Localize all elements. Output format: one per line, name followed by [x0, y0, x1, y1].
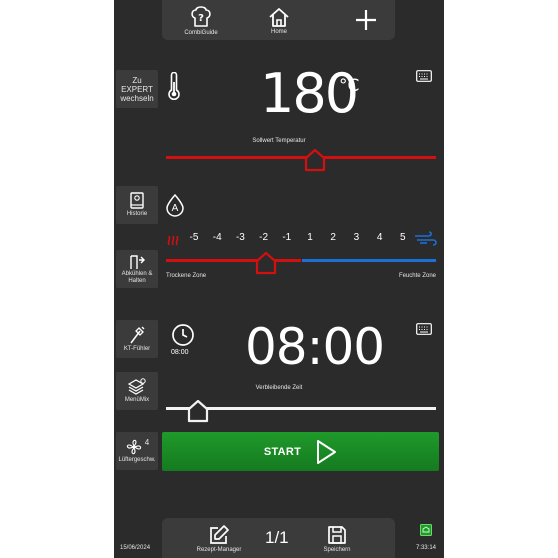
rezept-manager-label: Rezept-Manager [196, 546, 242, 553]
humidity-dry-track[interactable] [166, 259, 301, 262]
switch-expert-label: Zu EXPERT wechseln [120, 76, 154, 103]
temperature-unit: °C [339, 76, 360, 96]
historie-label: Historie [126, 211, 148, 217]
humidity-scale-value[interactable]: -5 [186, 232, 202, 243]
humidity-scale-value[interactable]: -1 [279, 232, 295, 243]
luefter-label: Lüftergeschw. [118, 457, 156, 463]
clock-icon [171, 323, 195, 347]
switch-expert-button[interactable]: Zu EXPERT wechseln [116, 70, 158, 108]
luefter-value: 4 [144, 438, 150, 447]
kt-fuehler-label: KT-Fühler [123, 346, 151, 352]
abkuehlen-halten-button[interactable]: Abkühlen & Halten [116, 250, 158, 288]
dry-zone-label: Trockene Zone [166, 273, 207, 279]
temperature-caption: Sollwert Temperatur [252, 138, 306, 144]
humidity-scale-value[interactable]: 4 [372, 232, 388, 243]
combiguide-label: CombiGuide [184, 29, 218, 36]
historie-button[interactable]: Historie [116, 186, 158, 224]
humidity-slider-thumb[interactable] [255, 251, 277, 275]
humidity-auto-letter: A [171, 203, 179, 214]
humidity-scale-value[interactable]: 1 [302, 232, 318, 243]
save-disk-icon [326, 524, 348, 546]
play-icon [315, 439, 337, 465]
combiguide-button[interactable]: ? CombiGuide [174, 0, 228, 40]
humidity-scale-value[interactable]: -3 [232, 232, 248, 243]
book-icon [129, 192, 145, 210]
bottom-navigation-bar: Rezept-Manager 1/1 Speichern [162, 518, 395, 558]
page-indicator: 1/1 [265, 528, 289, 547]
oven-control-screen: ? CombiGuide Home Zu EXPERT wechseln His… [114, 0, 444, 558]
start-button[interactable]: START [162, 432, 439, 471]
luefter-button[interactable]: 4 Lüftergeschw. [116, 432, 158, 470]
chef-hat-help-icon: ? [190, 5, 212, 29]
svg-text:?: ? [198, 13, 204, 24]
time-value[interactable]: 08:00 [245, 318, 385, 376]
steam-wind-icon [414, 231, 438, 247]
speichern-label: Speichern [323, 546, 351, 553]
footer-time: 7:33:14 [415, 545, 436, 551]
edit-icon [208, 524, 230, 546]
time-small-value: 08:00 [171, 349, 189, 356]
menumix-button[interactable]: MenüMix [116, 372, 158, 410]
humidity-scale-value[interactable]: 2 [325, 232, 341, 243]
time-caption: Verbleibende Zeit [255, 385, 303, 391]
kt-fuehler-button[interactable]: KT-Fühler [116, 320, 158, 358]
home-button[interactable]: Home [256, 0, 302, 40]
humidity-scale-value[interactable]: -2 [256, 232, 272, 243]
humidity-scale-value[interactable]: -4 [209, 232, 225, 243]
home-label: Home [270, 28, 287, 35]
fan-icon [125, 438, 143, 456]
keyboard-icon[interactable] [416, 70, 432, 82]
start-label: START [263, 445, 302, 458]
dry-heat-icon [166, 231, 182, 247]
humidity-wet-track[interactable] [302, 259, 436, 262]
temperature-slider-track[interactable] [166, 156, 436, 159]
humidity-scale-value[interactable]: 5 [395, 232, 411, 243]
add-button[interactable] [348, 0, 384, 40]
home-icon [268, 6, 290, 28]
top-navigation-bar: ? CombiGuide Home [162, 0, 395, 40]
menumix-label: MenüMix [124, 397, 150, 403]
time-slider-thumb[interactable] [187, 399, 209, 423]
door-exit-icon [128, 254, 146, 270]
abkuehlen-halten-label: Abkühlen & Halten [121, 270, 153, 284]
wet-zone-label: Feuchte Zone [398, 273, 436, 279]
humidity-scale-value[interactable]: 3 [348, 232, 364, 243]
rezept-manager-button[interactable]: Rezept-Manager [192, 518, 246, 558]
time-keyboard-icon[interactable] [416, 323, 432, 335]
footer-date: 15/06/2024 [120, 545, 151, 551]
speichern-button[interactable]: Speichern [314, 518, 360, 558]
connection-status-icon [420, 524, 432, 536]
core-probe-icon [128, 325, 146, 345]
temperature-slider-thumb[interactable] [304, 148, 326, 172]
plus-icon [355, 9, 377, 31]
thermometer-icon [167, 72, 181, 100]
